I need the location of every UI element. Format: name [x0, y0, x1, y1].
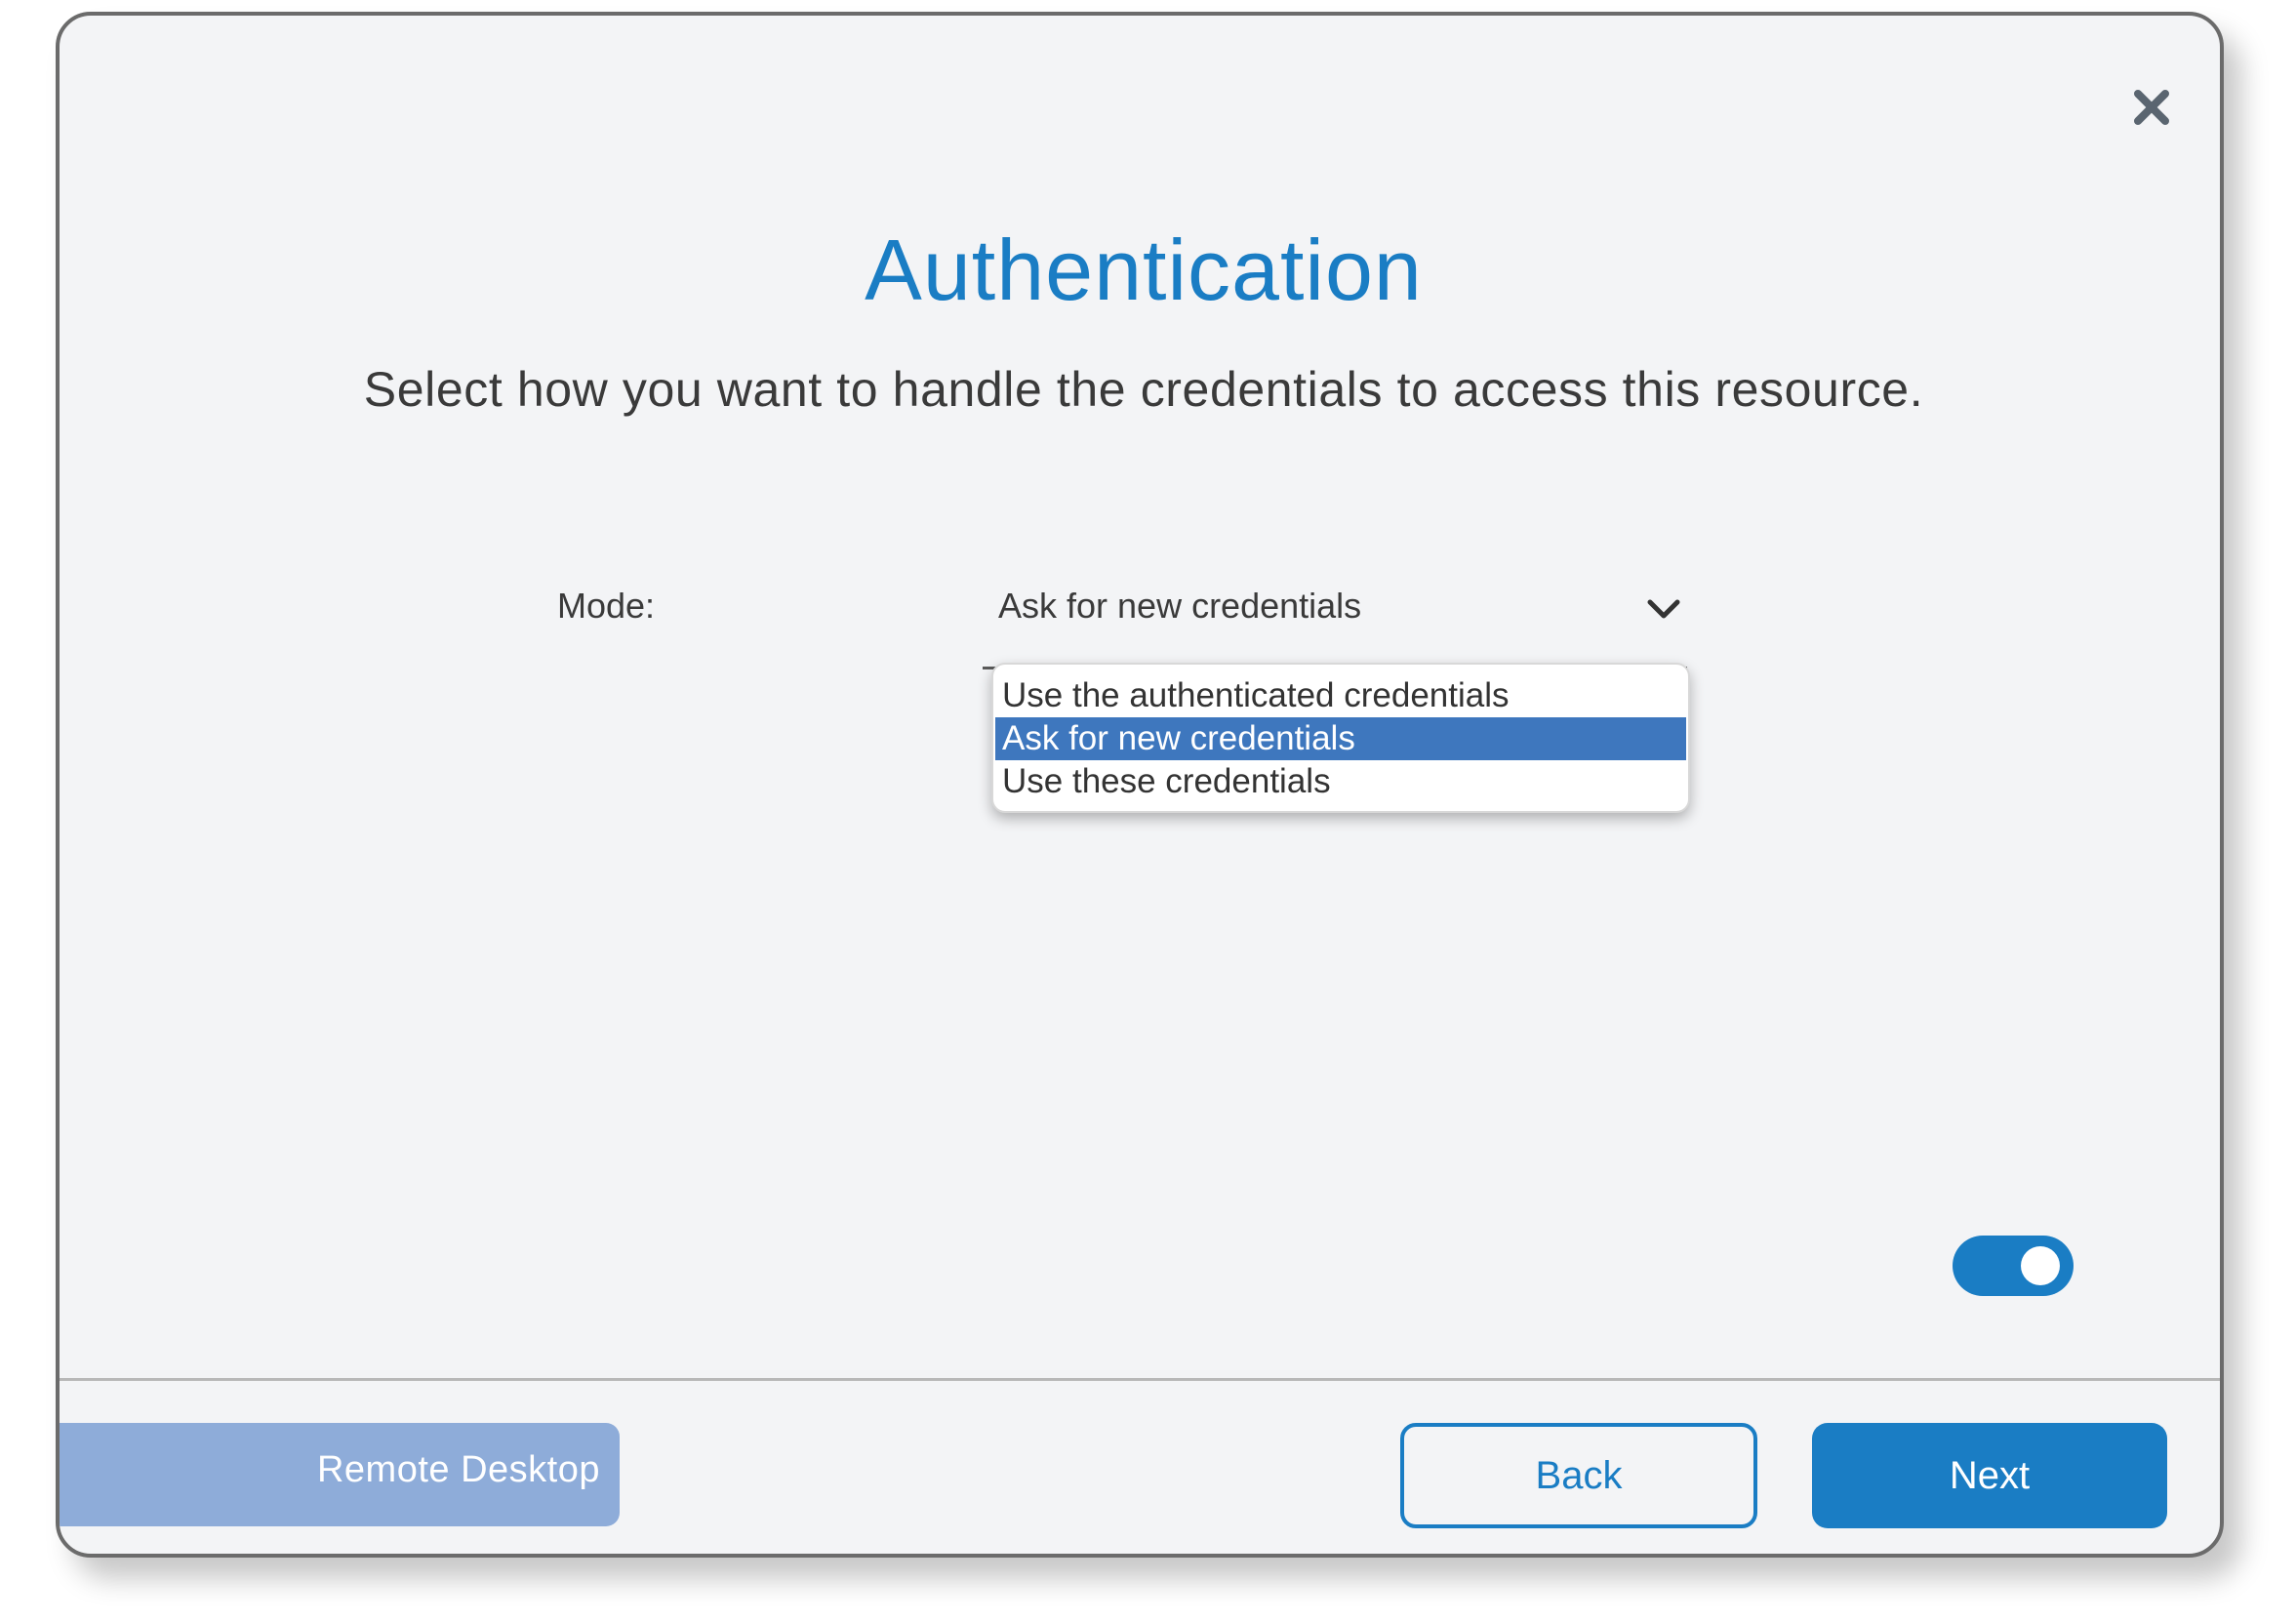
remote-desktop-tag: Remote Desktop — [60, 1423, 620, 1526]
footer-divider — [60, 1378, 2220, 1381]
back-button[interactable]: Back — [1400, 1423, 1757, 1528]
dialog-title: Authentication — [865, 222, 1423, 318]
mode-option-use-these[interactable]: Use these credentials — [995, 760, 1686, 803]
next-button[interactable]: Next — [1812, 1423, 2167, 1528]
mode-dropdown-list: Use the authenticated credentials Ask fo… — [991, 663, 1690, 813]
mode-label: Mode: — [557, 586, 656, 626]
dialog-subtitle: Select how you want to handle the creden… — [363, 362, 1924, 417]
mode-option-ask-new[interactable]: Ask for new credentials — [995, 717, 1686, 760]
mode-select-value: Ask for new credentials — [998, 586, 1362, 626]
chevron-down-icon — [1647, 599, 1680, 619]
toggle-knob — [2021, 1246, 2060, 1285]
authentication-dialog: Authentication Select how you want to ha… — [56, 12, 2224, 1558]
mode-option-authenticated[interactable]: Use the authenticated credentials — [995, 674, 1686, 717]
close-button[interactable] — [2122, 78, 2181, 137]
toggle-switch[interactable] — [1953, 1236, 2074, 1296]
mode-select[interactable]: Ask for new credentials — [983, 566, 1687, 669]
close-icon — [2134, 90, 2169, 125]
